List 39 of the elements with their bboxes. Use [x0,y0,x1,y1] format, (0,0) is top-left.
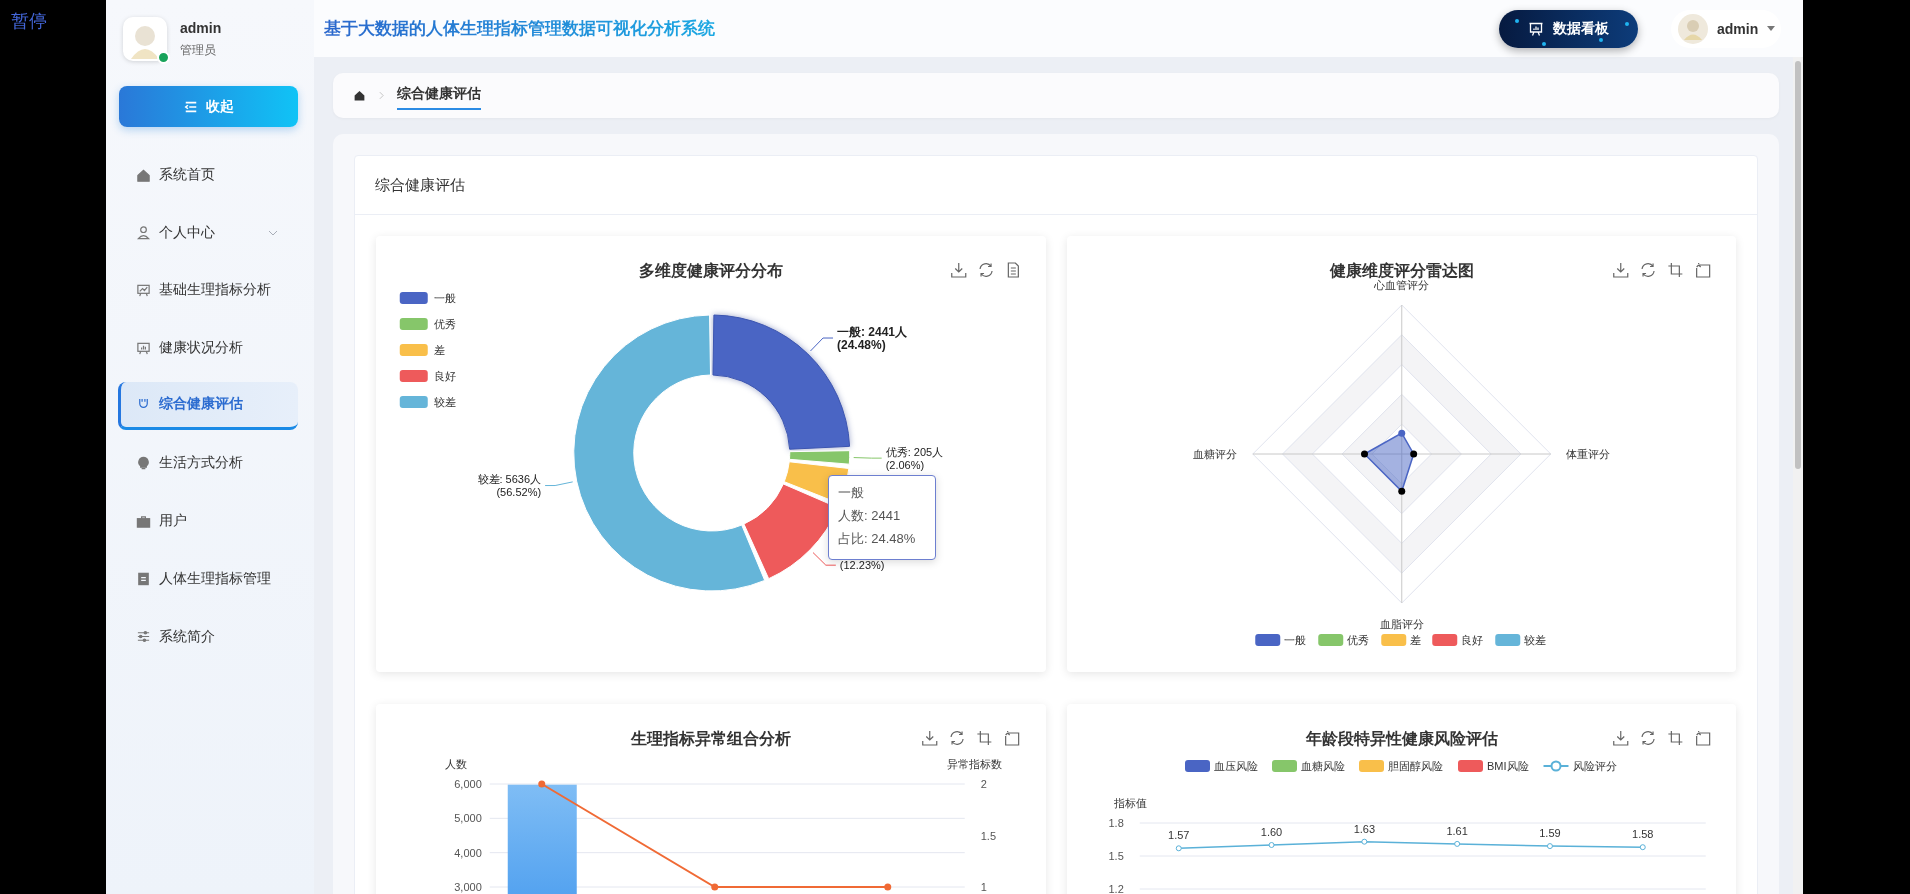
user-role: 管理员 [180,41,217,59]
axis-label: 血脂评分 [1379,618,1424,630]
tick-label: 1.5 [1107,850,1124,862]
axis-title: 人数 [444,758,467,770]
app-title: 基于大数据的人体生理指标管理数据可视化分析系统 [324,17,715,40]
tick-label: 1.2 [1107,883,1124,894]
tick-label: 3,000 [454,881,482,893]
slice-label: 一般: 2441人 (24.48%) [837,324,908,352]
data-label: 1.58 [1631,828,1653,841]
chart-title: 生理指标异常组合分析 [630,730,791,747]
tick-label: 2 [980,778,987,790]
overlay-label: 暂停 [11,10,47,33]
tick-label: 1 [980,881,987,893]
user-name: admin [180,19,222,36]
tooltip-line: 人数: 2441 [838,507,902,525]
data-label: 1.59 [1538,827,1561,840]
chart-title: 多维度健康评分分布 [638,262,783,279]
tick-label: 6,000 [454,778,482,790]
axis-title: 异常指标数 [947,758,1003,770]
slice-label: 较差: 5636人 (56.52%) [477,473,542,499]
slice-label: 优秀: 205人 (2.06%) [885,445,944,471]
data-label: 1.63 [1353,822,1375,835]
axis-label: 血糖评分 [1192,448,1237,460]
slice-label: (12.23%) [839,559,885,572]
panel-title: 综合健康评估 [375,175,465,195]
axis-label: 心血管评分 [1373,279,1429,291]
chart-title: 年龄段特异性健康风险评估 [1305,730,1498,747]
data-label: 1.61 [1445,824,1468,837]
tick-label: 4,000 [454,846,482,859]
axis-label: 体重评分 [1565,448,1610,460]
data-label: 1.57 [1167,829,1189,842]
tooltip-line: 占比: 24.48% [838,530,917,548]
tick-label: 1.5 [980,829,997,842]
tick-label: 5,000 [454,812,482,825]
axis-title: 指标值 [1113,797,1147,809]
tick-label: 1.8 [1107,817,1124,829]
data-label: 1.60 [1260,826,1282,838]
tooltip-title: 一般 [838,484,865,502]
chart-title: 健康维度评分雷达图 [1329,262,1474,279]
